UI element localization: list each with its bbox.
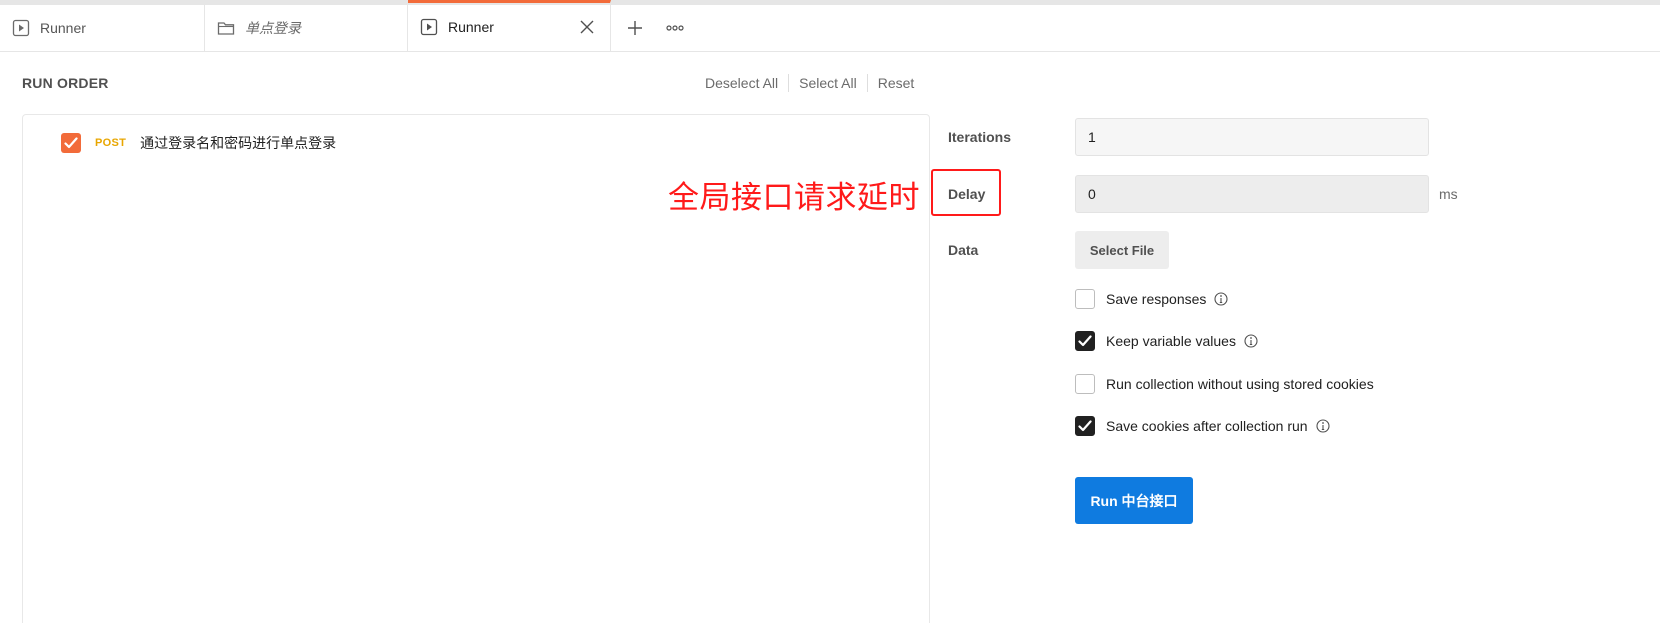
info-icon[interactable]: [1244, 334, 1258, 348]
option-label: Run collection without using stored cook…: [1106, 376, 1374, 392]
run-collection-button[interactable]: Run 中台接口: [1075, 477, 1193, 524]
delay-input[interactable]: 0: [1075, 175, 1429, 213]
tab-runner-1[interactable]: Runner: [0, 5, 205, 51]
close-icon[interactable]: [578, 18, 596, 36]
tab-runner-active[interactable]: Runner: [408, 0, 611, 51]
annotation-text: 全局接口请求延时: [668, 180, 920, 216]
iterations-label: Iterations: [948, 129, 1012, 145]
divider: [866, 74, 868, 92]
tab-bar: Runner 单点登录 Runner: [0, 0, 1660, 52]
option-label: Save responses: [1106, 291, 1207, 307]
run-order-title: RUN ORDER: [22, 75, 109, 91]
select-file-button[interactable]: Select File: [1075, 231, 1169, 269]
option-save-responses[interactable]: Save responses: [1075, 289, 1228, 309]
divider: [788, 74, 790, 92]
option-keep-variable-values[interactable]: Keep variable values: [1075, 331, 1258, 351]
iterations-input[interactable]: 1: [1075, 118, 1429, 156]
runner-icon: [12, 19, 30, 37]
select-all-button[interactable]: Select All: [799, 75, 857, 91]
delay-label: Delay: [948, 186, 986, 202]
tab-label: Runner: [448, 19, 494, 35]
plus-icon[interactable]: [625, 18, 645, 38]
runner-icon: [420, 18, 438, 36]
save-responses-checkbox[interactable]: [1075, 289, 1095, 309]
option-save-cookies[interactable]: Save cookies after collection run: [1075, 416, 1330, 436]
option-label: Save cookies after collection run: [1106, 418, 1308, 434]
list-item[interactable]: POST 通过登录名和密码进行单点登录: [61, 133, 336, 153]
tab-label: Runner: [40, 20, 86, 36]
info-icon[interactable]: [1214, 292, 1228, 306]
save-cookies-checkbox[interactable]: [1075, 416, 1095, 436]
option-label: Keep variable values: [1106, 333, 1236, 349]
run-without-cookies-checkbox[interactable]: [1075, 374, 1095, 394]
tab-folder[interactable]: 单点登录: [205, 5, 408, 51]
request-method: POST: [95, 137, 127, 149]
reset-button[interactable]: Reset: [878, 75, 915, 91]
data-label: Data: [948, 242, 979, 258]
tab-actions: [611, 5, 685, 51]
option-run-without-cookies[interactable]: Run collection without using stored cook…: [1075, 374, 1374, 394]
delay-unit: ms: [1439, 186, 1458, 202]
folder-icon: [217, 19, 235, 37]
more-options-icon[interactable]: [665, 18, 685, 38]
run-order-actions: Deselect All Select All Reset: [705, 74, 914, 92]
deselect-all-button[interactable]: Deselect All: [705, 75, 778, 91]
info-icon[interactable]: [1316, 419, 1330, 433]
request-checkbox[interactable]: [61, 133, 81, 153]
tab-label: 单点登录: [245, 20, 301, 36]
request-name: 通过登录名和密码进行单点登录: [140, 135, 337, 151]
keep-variable-values-checkbox[interactable]: [1075, 331, 1095, 351]
